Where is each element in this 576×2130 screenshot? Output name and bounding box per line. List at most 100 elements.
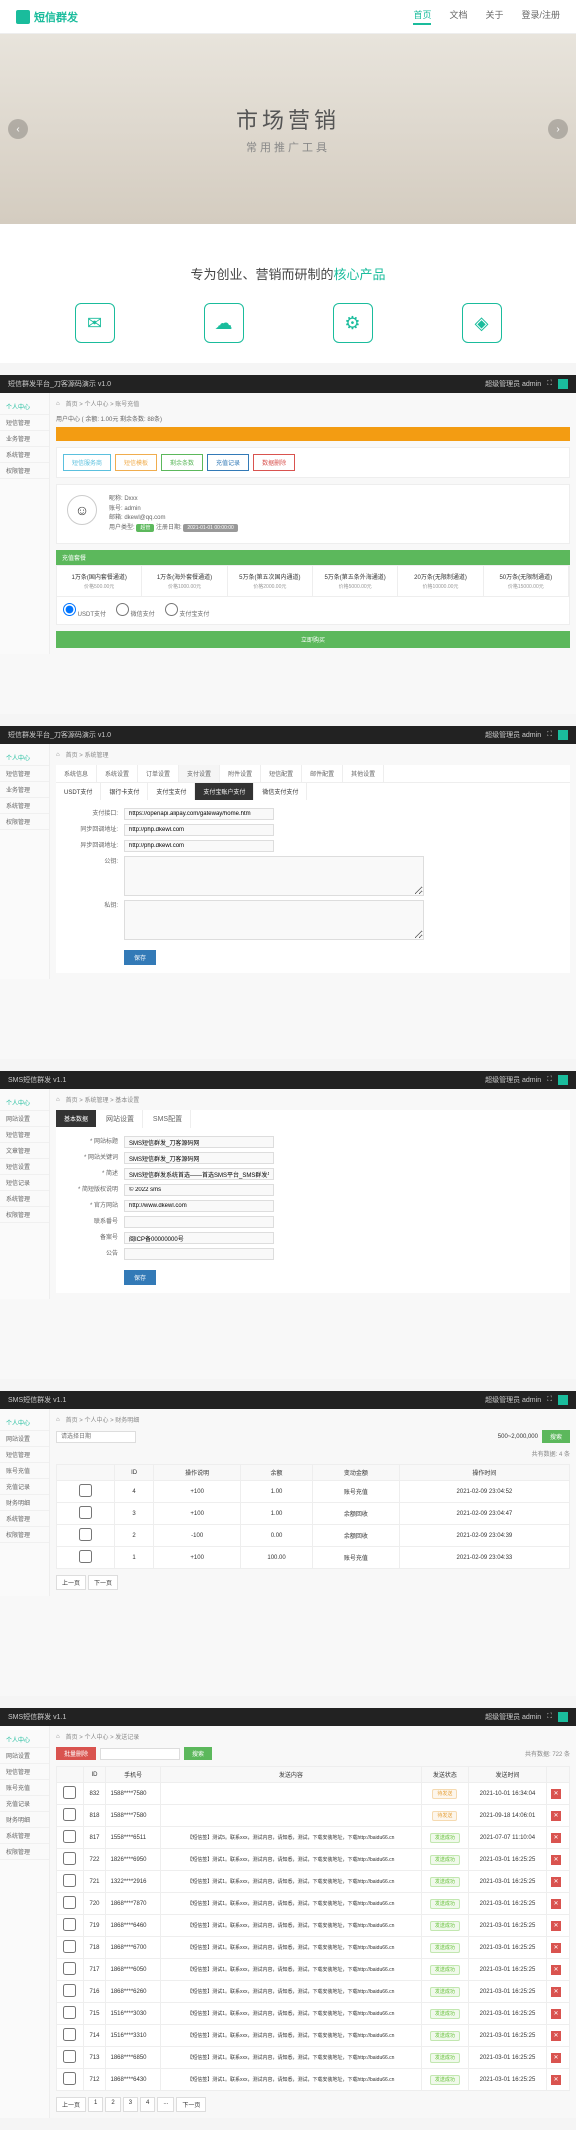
nav-home[interactable]: 首页 — [413, 8, 431, 25]
table-row[interactable]: 7201868****7870【短信签】测试1。联系xxx，测试内容，请知悉，测… — [57, 1893, 570, 1915]
search-button[interactable]: 搜索 — [184, 1747, 212, 1760]
pay-subtab[interactable]: 微信支付支付 — [254, 783, 307, 800]
settings-input[interactable] — [124, 1168, 274, 1180]
delete-button[interactable]: ✕ — [551, 1921, 561, 1931]
delete-button[interactable]: ✕ — [551, 1789, 561, 1799]
settings-input[interactable] — [124, 1200, 274, 1212]
table-row[interactable]: 7181868****6700【短信签】测试1。联系xxx，测试内容，请知悉，测… — [57, 1937, 570, 1959]
settings-tab[interactable]: 邮件配置 — [302, 765, 343, 782]
delete-button[interactable]: ✕ — [551, 2053, 561, 2063]
table-row[interactable]: 4+1001.00账号充值2021-02-09 23:04:52 — [57, 1481, 570, 1503]
search-input[interactable] — [100, 1748, 180, 1760]
package-option[interactable]: 1万条(海外套餐通道)价格1000.00元 — [142, 566, 227, 596]
row-checkbox[interactable] — [63, 1940, 76, 1953]
sidebar-item[interactable]: 权限管理 — [0, 1844, 49, 1860]
sidebar-toggle[interactable] — [558, 379, 568, 389]
feature-icon-2[interactable]: ☁ — [204, 303, 244, 343]
carousel-next[interactable]: › — [548, 119, 568, 139]
delete-button[interactable]: ✕ — [551, 1899, 561, 1909]
tab-record[interactable]: 充值记录 — [207, 454, 249, 471]
settings-tab[interactable]: 订单设置 — [138, 765, 179, 782]
table-row[interactable]: 7221826****6950【短信签】测试1。联系xxx，测试内容，请知悉，测… — [57, 1849, 570, 1871]
pay-option[interactable]: 微信支付 — [116, 612, 155, 618]
settings-tab[interactable]: 系统信息 — [56, 765, 97, 782]
sidebar-item[interactable]: 业务管理 — [0, 782, 49, 798]
page-button[interactable]: 下一页 — [176, 2097, 206, 2112]
row-checkbox[interactable] — [63, 1830, 76, 1843]
settings-tab[interactable]: 短信配置 — [261, 765, 302, 782]
table-row[interactable]: 7211322****2916【短信签】测试1。联系xxx，测试内容，请知悉，测… — [57, 1871, 570, 1893]
tab-delete[interactable]: 数据删除 — [253, 454, 295, 471]
settings-input[interactable] — [124, 1184, 274, 1196]
save-button[interactable]: 保存 — [124, 1270, 156, 1285]
sidebar-item[interactable]: 系统管理 — [0, 798, 49, 814]
table-row[interactable]: 7141516****3310【短信签】测试1。联系xxx，测试内容，请知悉，测… — [57, 2025, 570, 2047]
feature-icon-3[interactable]: ⚙ — [333, 303, 373, 343]
row-checkbox[interactable] — [63, 1786, 76, 1799]
sidebar-item[interactable]: 财务明细 — [0, 1812, 49, 1828]
sidebar-item[interactable]: 权限管理 — [0, 1207, 49, 1223]
sidebar-item[interactable]: 网站设置 — [0, 1111, 49, 1127]
carousel-prev[interactable]: ‹ — [8, 119, 28, 139]
sync-url-input[interactable] — [124, 824, 274, 836]
row-checkbox[interactable] — [63, 1962, 76, 1975]
row-checkbox[interactable] — [79, 1484, 92, 1497]
buy-button[interactable]: 立即购买 — [56, 631, 570, 648]
table-row[interactable]: 8181588****7580待发送2021-09-18 14:06:01✕ — [57, 1805, 570, 1827]
page-button[interactable]: 1 — [88, 2097, 103, 2112]
sidebar-toggle[interactable] — [558, 730, 568, 740]
page-button[interactable]: 上一页 — [56, 2097, 86, 2112]
sidebar-item[interactable]: 个人中心 — [0, 1415, 49, 1431]
fullscreen-icon[interactable]: ⛶ — [547, 380, 552, 388]
table-row[interactable]: 7161868****6260【短信签】测试1。联系xxx，测试内容，请知悉，测… — [57, 1981, 570, 2003]
row-checkbox[interactable] — [63, 2028, 76, 2041]
nav-about[interactable]: 关于 — [485, 8, 503, 25]
row-checkbox[interactable] — [63, 2050, 76, 2063]
delete-button[interactable]: ✕ — [551, 2009, 561, 2019]
nav-login[interactable]: 登录/注册 — [521, 8, 560, 25]
feature-icon-4[interactable]: ◈ — [462, 303, 502, 343]
alipay-gateway-input[interactable] — [124, 808, 274, 820]
delete-button[interactable]: ✕ — [551, 1943, 561, 1953]
table-row[interactable]: 1+100100.00账号充值2021-02-09 23:04:33 — [57, 1547, 570, 1569]
nav-docs[interactable]: 文档 — [449, 8, 467, 25]
row-checkbox[interactable] — [63, 2072, 76, 2085]
sidebar-item[interactable]: 短信记录 — [0, 1175, 49, 1191]
sidebar-item[interactable]: 系统管理 — [0, 1828, 49, 1844]
page-button[interactable]: 4 — [140, 2097, 155, 2112]
sidebar-item[interactable]: 账号充值 — [0, 1780, 49, 1796]
delete-button[interactable]: ✕ — [551, 1811, 561, 1821]
table-row[interactable]: 8171558****6511【短信签】测试5。联系xxx，测试内容，请知悉，测… — [57, 1827, 570, 1849]
tab-site[interactable]: 网站设置 — [98, 1110, 143, 1128]
batch-delete-button[interactable]: 批量删除 — [56, 1747, 96, 1760]
page-button[interactable]: ... — [157, 2097, 174, 2112]
table-row[interactable]: 8321588****7580待发送2021-10-01 16:34:04✕ — [57, 1783, 570, 1805]
sidebar-item[interactable]: 短信管理 — [0, 766, 49, 782]
sidebar-item[interactable]: 系统管理 — [0, 1511, 49, 1527]
package-option[interactable]: 20万条(无限制通道)价格10000.00元 — [398, 566, 483, 596]
tab-remain[interactable]: 剩余条数 — [161, 454, 203, 471]
row-checkbox[interactable] — [79, 1506, 92, 1519]
sidebar-item-system[interactable]: 系统管理 — [0, 447, 49, 463]
table-row[interactable]: 7121868****6430【短信签】测试1。联系xxx，测试内容，请知悉，测… — [57, 2069, 570, 2091]
settings-input[interactable] — [124, 1136, 274, 1148]
sidebar-item[interactable]: 充值记录 — [0, 1479, 49, 1495]
settings-input[interactable] — [124, 1152, 274, 1164]
row-checkbox[interactable] — [63, 1918, 76, 1931]
async-url-input[interactable] — [124, 840, 274, 852]
sidebar-item-sms[interactable]: 短信管理 — [0, 415, 49, 431]
settings-input[interactable] — [124, 1248, 274, 1260]
feature-icon-1[interactable]: ✉ — [75, 303, 115, 343]
table-row[interactable]: 7171868****6050【短信签】测试1。联系xxx，测试内容，请知悉，测… — [57, 1959, 570, 1981]
delete-button[interactable]: ✕ — [551, 2075, 561, 2085]
settings-input[interactable] — [124, 1216, 274, 1228]
row-checkbox[interactable] — [63, 1984, 76, 1997]
next-page[interactable]: 下一页 — [88, 1575, 118, 1590]
tab-provider[interactable]: 短信服务商 — [63, 454, 111, 471]
delete-button[interactable]: ✕ — [551, 1833, 561, 1843]
sidebar-item[interactable]: 个人中心 — [0, 1732, 49, 1748]
pay-option[interactable]: 支付宝支付 — [165, 612, 210, 618]
settings-tab[interactable]: 系统设置 — [97, 765, 138, 782]
search-button[interactable]: 搜索 — [542, 1430, 570, 1443]
privkey-textarea[interactable] — [124, 900, 424, 940]
